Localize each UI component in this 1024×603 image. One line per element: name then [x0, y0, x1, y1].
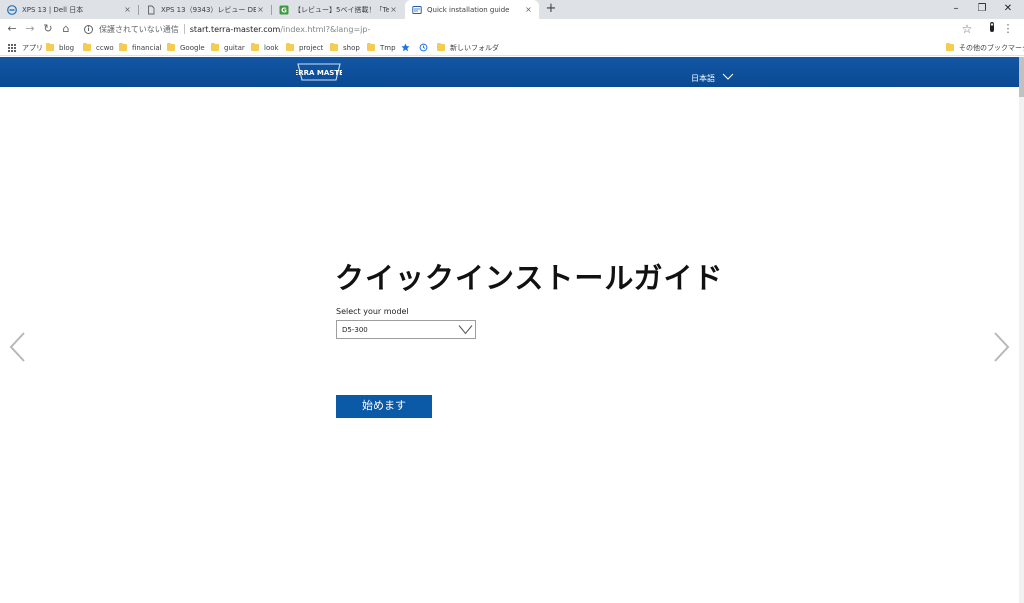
folder-icon: [330, 43, 338, 51]
star-bookmark-icon[interactable]: [401, 42, 410, 53]
model-select[interactable]: D5-300: [336, 320, 476, 339]
bookmark-apps[interactable]: アプリ: [8, 42, 43, 53]
bookmark-folder[interactable]: ccwo: [83, 42, 114, 53]
close-icon[interactable]: ×: [389, 5, 398, 14]
folder-icon: [83, 43, 91, 51]
bookmark-folder[interactable]: Google: [167, 42, 205, 53]
minimize-button[interactable]: –: [943, 0, 969, 19]
site-icon: G: [279, 5, 289, 15]
bookmark-label: guitar: [224, 43, 245, 52]
folder-icon: [211, 43, 219, 51]
bookmark-label: blog: [59, 43, 75, 52]
bookmark-folder[interactable]: guitar: [211, 42, 245, 53]
apps-icon: [8, 43, 16, 52]
history-icon[interactable]: [419, 42, 428, 53]
bookmark-label: shop: [343, 43, 360, 52]
folder-icon: [367, 43, 375, 51]
bookmark-label: Google: [180, 43, 205, 52]
folder-icon: [437, 43, 445, 51]
bookmark-folder[interactable]: Tmp: [367, 42, 396, 53]
previous-arrow-icon[interactable]: [7, 331, 27, 363]
bookmark-folder[interactable]: shop: [330, 42, 360, 53]
url-path: /index.html?&lang=jp-: [280, 24, 371, 34]
bookmark-folder[interactable]: look: [251, 42, 279, 53]
bookmark-label: project: [299, 43, 324, 52]
next-arrow-icon[interactable]: [992, 331, 1012, 363]
new-tab-button[interactable]: +: [543, 1, 559, 17]
tab-xps-review[interactable]: XPS 13（9343）レビュー DELLパソコ ×: [139, 0, 271, 19]
bookmark-folder[interactable]: 新しいフォルダ: [437, 42, 499, 53]
page-icon: [146, 5, 156, 15]
menu-icon[interactable]: ⋮: [1000, 21, 1016, 37]
svg-text:G: G: [281, 6, 287, 14]
tab-title: XPS 13（9343）レビュー DELLパソコ: [161, 5, 256, 14]
info-icon[interactable]: i: [84, 24, 93, 34]
bookmark-folder[interactable]: financial: [119, 42, 162, 53]
scrollbar-thumb[interactable]: [1019, 57, 1024, 97]
dell-icon: [7, 4, 17, 15]
model-select-label: Select your model: [336, 307, 409, 316]
folder-icon: [167, 43, 175, 51]
bookmark-label: Tmp: [380, 43, 396, 52]
close-icon[interactable]: ×: [524, 5, 533, 14]
bookmark-star-icon[interactable]: ☆: [959, 21, 975, 37]
page-scrollbar[interactable]: [1019, 57, 1024, 603]
url-host: start.terra-master.com: [189, 24, 281, 34]
chevron-down-icon[interactable]: [722, 73, 734, 80]
language-selector[interactable]: 日本語: [691, 73, 715, 84]
tab-title: Quick installation guide: [427, 5, 510, 14]
folder-icon: [46, 43, 54, 51]
bookmark-label: ccwo: [96, 43, 114, 52]
security-status: 保護されていない通信: [99, 24, 179, 34]
restore-button[interactable]: ❐: [969, 0, 995, 19]
site-header: TERRA MASTER 日本語: [0, 57, 1019, 87]
home-button[interactable]: ⌂: [58, 21, 74, 37]
bookmark-label: financial: [132, 43, 162, 52]
bookmark-label: look: [264, 43, 279, 52]
reload-button[interactable]: ↻: [40, 21, 56, 37]
bookmark-folder[interactable]: blog: [46, 42, 74, 53]
folder-icon: [286, 43, 294, 51]
page-title: クイックインストールガイド: [335, 261, 724, 295]
tab-title: 【レビュー】5ベイ搭載！「TerraMaster: [294, 5, 389, 14]
folder-icon: [946, 43, 954, 51]
close-window-button[interactable]: ✕: [995, 0, 1021, 19]
model-select-value: D5-300: [342, 326, 368, 334]
tab-quick-installation-guide[interactable]: Quick installation guide ×: [405, 0, 539, 19]
browser-toolbar: ← → ↻ ⌂ i 保護されていない通信 start.terra-master.…: [0, 19, 1024, 39]
close-icon[interactable]: ×: [256, 5, 265, 14]
tab-title: XPS 13 | Dell 日本: [22, 5, 84, 14]
bookmark-label: アプリ: [22, 43, 43, 52]
folder-icon: [119, 43, 127, 51]
tab-terramaster-review[interactable]: G 【レビュー】5ベイ搭載！「TerraMaster ×: [272, 0, 404, 19]
chevron-down-icon[interactable]: [458, 324, 473, 335]
browser-tab-strip: XPS 13 | Dell 日本 × XPS 13（9343）レビュー DELL…: [0, 0, 1024, 19]
bookmark-folder[interactable]: project: [286, 42, 323, 53]
terramaster-logo[interactable]: TERRA MASTER: [289, 62, 350, 82]
back-button[interactable]: ←: [4, 21, 20, 37]
omnibox-divider: [183, 24, 185, 34]
tab-dell[interactable]: XPS 13 | Dell 日本 ×: [0, 0, 138, 19]
terramaster-icon: [412, 5, 422, 15]
close-icon[interactable]: ×: [123, 5, 132, 14]
start-button[interactable]: 始めます: [336, 395, 432, 418]
bookmark-label: その他のブックマーク: [959, 43, 1024, 52]
folder-icon: [251, 43, 259, 51]
bookmark-label: 新しいフォルダ: [450, 43, 499, 52]
address-bar[interactable]: i 保護されていない通信 start.terra-master.com/inde…: [80, 21, 960, 37]
forward-button[interactable]: →: [22, 21, 38, 37]
logo-text: TERRA MASTER: [296, 69, 342, 77]
profile-icon[interactable]: [984, 21, 1000, 37]
bookmarks-bar: アプリ blog ccwo financial Google guitar lo…: [0, 39, 1024, 56]
other-bookmarks[interactable]: その他のブックマーク: [946, 42, 1024, 53]
